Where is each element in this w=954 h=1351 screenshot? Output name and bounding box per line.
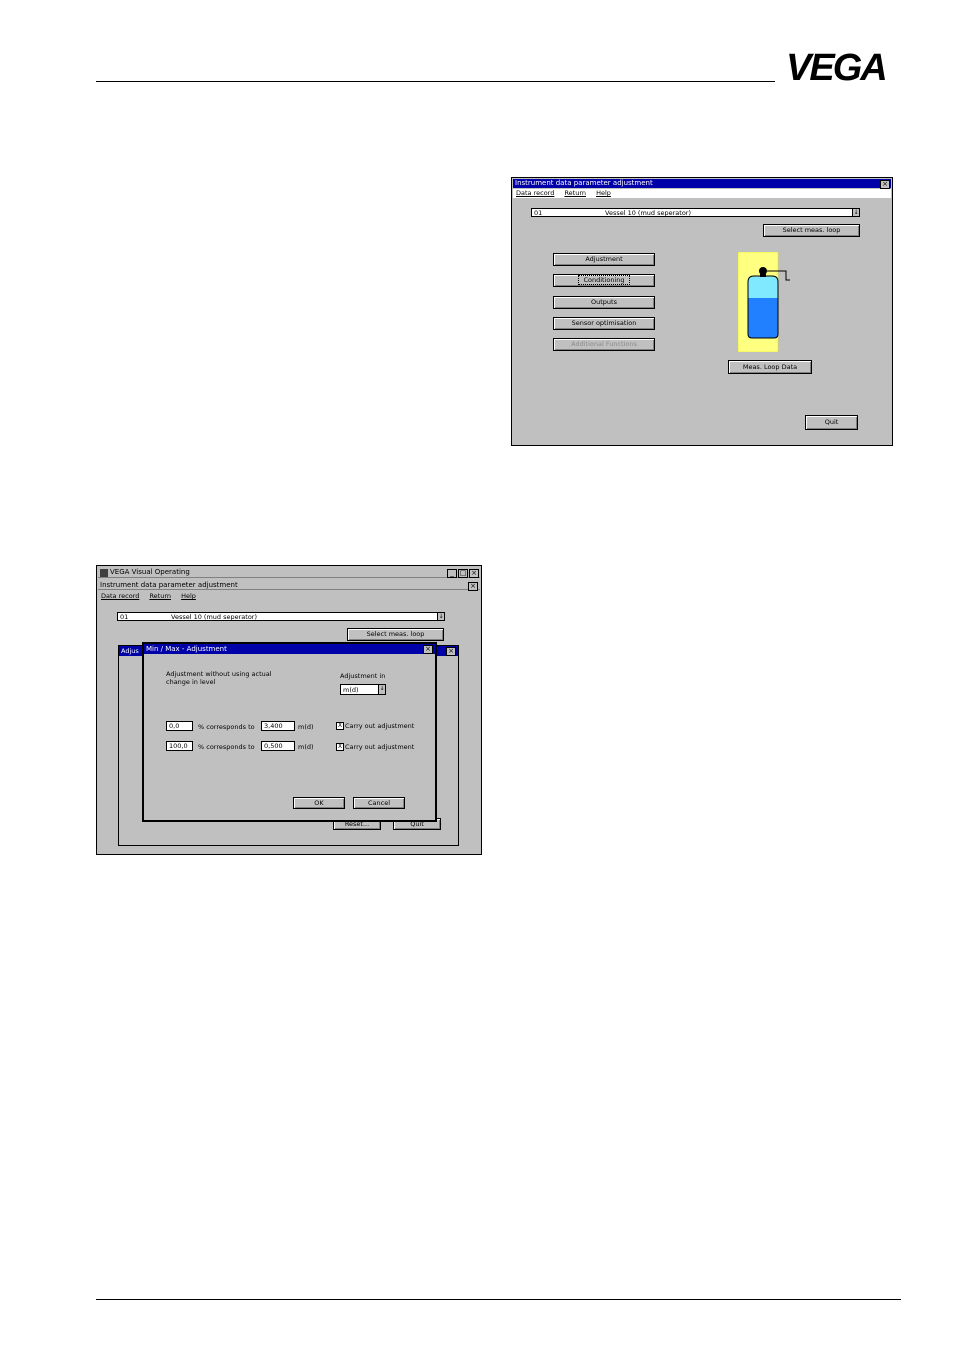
instrument-window-top: Instrument data parameter adjustment × D… xyxy=(511,177,893,446)
menu-bar: Data record Return Help xyxy=(513,189,891,198)
footer-rule xyxy=(96,1299,901,1300)
conditioning-button[interactable]: Conditioning xyxy=(553,274,655,287)
corresponds-label: % corresponds to xyxy=(198,723,255,731)
child-close-icon[interactable]: × xyxy=(468,582,478,591)
vessel-icon xyxy=(738,252,790,352)
select-meas-loop-button[interactable]: Select meas. loop xyxy=(763,224,860,237)
dialog-close-icon[interactable]: × xyxy=(423,645,433,654)
menu-return[interactable]: Return xyxy=(564,189,586,197)
menu-bar: Data record Return Help xyxy=(98,592,480,601)
adjustment-button[interactable]: Adjustment xyxy=(553,253,655,266)
adjustment-in-label: Adjustment in xyxy=(340,672,386,680)
menu-data-record[interactable]: Data record xyxy=(516,189,554,197)
max-percent-input[interactable]: 100,0 xyxy=(166,741,193,751)
min-percent-input[interactable]: 0,0 xyxy=(166,721,193,731)
loop-number: 01 xyxy=(534,209,543,217)
loop-name: Vessel 10 (mud seperator) xyxy=(605,209,692,217)
min-carry-out-label: Carry out adjustment xyxy=(345,722,415,730)
minimize-icon[interactable]: _ xyxy=(447,569,457,578)
min-carry-out-checkbox[interactable]: X xyxy=(336,722,344,730)
dialog-description: Adjustment without using actual change i… xyxy=(166,670,272,686)
vega-visual-operating-window: VEGA Visual Operating _ □ × Instrument d… xyxy=(96,565,482,855)
min-value-input[interactable]: 3,400 xyxy=(261,721,295,731)
chevron-down-icon[interactable]: ↓ xyxy=(437,613,444,620)
close-icon[interactable]: × xyxy=(469,569,479,578)
menu-data-record[interactable]: Data record xyxy=(101,592,139,600)
cancel-button[interactable]: Cancel xyxy=(353,797,405,809)
menu-help[interactable]: Help xyxy=(181,592,196,600)
max-carry-out-checkbox[interactable]: X xyxy=(336,743,344,751)
close-icon[interactable]: × xyxy=(880,180,890,189)
max-unit-label: m(d) xyxy=(298,743,314,751)
app-title-bar: VEGA Visual Operating xyxy=(98,567,480,578)
min-unit-label: m(d) xyxy=(298,723,314,731)
outputs-button[interactable]: Outputs xyxy=(553,296,655,309)
dialog-title: Min / Max - Adjustment xyxy=(144,644,435,654)
vega-logo: VEGA xyxy=(786,47,888,89)
select-meas-loop-button[interactable]: Select meas. loop xyxy=(347,628,444,641)
loop-name: Vessel 10 (mud seperator) xyxy=(171,613,258,621)
window-title: Instrument data parameter adjustment xyxy=(513,179,891,188)
chevron-down-icon[interactable]: ↓ xyxy=(852,209,859,216)
header-rule xyxy=(96,81,775,82)
loop-number: 01 xyxy=(120,613,129,621)
additional-functions-button[interactable]: Additional Functions xyxy=(553,338,655,351)
max-carry-out-label: Carry out adjustment xyxy=(345,743,415,751)
unit-select[interactable]: m(d) ↓ xyxy=(340,684,386,695)
meas-loop-select[interactable]: 01 Vessel 10 (mud seperator) ↓ xyxy=(117,612,445,621)
max-value-input[interactable]: 0,500 xyxy=(261,741,295,751)
corresponds-label: % corresponds to xyxy=(198,743,255,751)
menu-help[interactable]: Help xyxy=(596,189,611,197)
child-window-title: Instrument data parameter adjustment xyxy=(98,581,480,590)
menu-return[interactable]: Return xyxy=(149,592,171,600)
meas-loop-data-button[interactable]: Meas. Loop Data xyxy=(728,360,812,374)
meas-loop-select[interactable]: 01 Vessel 10 (mud seperator) ↓ xyxy=(531,208,860,217)
sensor-optimisation-button[interactable]: Sensor optimisation xyxy=(553,317,655,330)
min-max-dialog: Min / Max - Adjustment × Adjustment with… xyxy=(142,642,437,822)
app-title: VEGA Visual Operating xyxy=(110,568,190,576)
panel-close-icon[interactable]: × xyxy=(446,647,456,656)
ok-button[interactable]: OK xyxy=(293,797,345,809)
app-icon xyxy=(100,569,108,577)
quit-button[interactable]: Quit xyxy=(805,415,858,430)
maximize-icon[interactable]: □ xyxy=(458,569,468,578)
chevron-down-icon[interactable]: ↓ xyxy=(378,685,385,694)
